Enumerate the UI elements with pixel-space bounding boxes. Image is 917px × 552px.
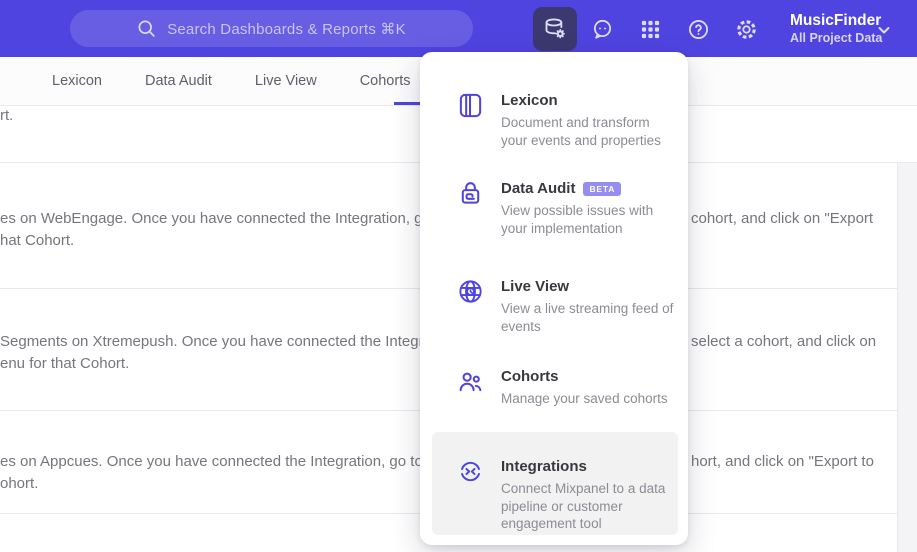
settings-button[interactable] <box>728 11 764 47</box>
page-side-gutter <box>897 163 917 552</box>
menu-item-description: Connect Mixpanel to a data pipeline or c… <box>501 481 666 531</box>
table-row-text: Segments on Xtremepush. Once you have co… <box>0 333 461 350</box>
apps-grid-icon <box>641 20 659 38</box>
search-icon <box>138 20 155 37</box>
table-row-text: es on WebEngage. Once you have connected… <box>0 210 473 227</box>
table-row-text: hort, and click on "Export to <box>691 453 874 470</box>
search-input[interactable]: Search Dashboards & Reports ⌘K <box>70 10 473 47</box>
menu-item-description: Manage your saved cohorts <box>501 391 668 406</box>
tab-live-view[interactable]: Live View <box>255 73 317 89</box>
tab-cohorts[interactable]: Cohorts <box>360 73 411 89</box>
menu-item-description: View possible issues with your implement… <box>501 203 654 236</box>
menu-item-title: Lexicon <box>501 92 558 109</box>
menu-item-integrations[interactable]: Integrations Connect Mixpanel to a data … <box>457 458 674 533</box>
app-window: rt. es on WebEngage. Once you have conne… <box>0 0 917 552</box>
tab-lexicon[interactable]: Lexicon <box>52 73 102 89</box>
table-row-text: enu for that Cohort. <box>0 355 130 372</box>
data-management-icon <box>545 18 565 39</box>
help-button[interactable] <box>680 11 716 47</box>
table-row-text: es on Appcues. Once you have connected t… <box>0 453 465 470</box>
menu-item-title: Live View <box>501 278 570 295</box>
menu-item-data-audit[interactable]: Data Audit BETA View possible issues wit… <box>457 180 674 237</box>
menu-item-lexicon[interactable]: Lexicon Document and transform your even… <box>457 92 674 149</box>
table-row-text: cohort, and click on "Export <box>691 210 874 227</box>
data-management-button[interactable] <box>533 7 577 51</box>
lexicon-book-icon <box>459 93 482 118</box>
settings-gear-icon <box>736 19 756 39</box>
menu-item-title: Data Audit <box>501 180 576 197</box>
live-view-globe-icon <box>459 280 482 303</box>
menu-item-title: Integrations <box>501 458 587 475</box>
integrations-sync-icon <box>461 461 480 482</box>
active-tab-indicator <box>394 101 420 105</box>
table-row-text: select a cohort, and click on <box>691 333 877 350</box>
project-name: MusicFinder <box>790 12 882 29</box>
search-placeholder: Search Dashboards & Reports ⌘K <box>167 20 406 38</box>
apps-grid-button[interactable] <box>632 11 668 47</box>
project-selector[interactable]: MusicFinder All Project Data <box>790 11 882 46</box>
beta-badge: BETA <box>583 182 622 196</box>
menu-item-title: Cohorts <box>501 368 559 385</box>
table-row-text: hat Cohort. <box>0 232 75 249</box>
menu-item-description: View a live streaming feed of events <box>501 301 674 334</box>
cohorts-people-icon <box>459 372 482 392</box>
help-icon <box>688 19 708 39</box>
table-row-text: ohort. <box>0 475 39 492</box>
feedback-button[interactable] <box>584 11 620 47</box>
menu-item-live-view[interactable]: Live View View a live streaming feed of … <box>457 278 674 335</box>
table-row-text: rt. <box>0 107 14 124</box>
menu-item-description: Document and transform your events and p… <box>501 115 661 148</box>
menu-item-cohorts[interactable]: Cohorts Manage your saved cohorts <box>457 368 674 408</box>
tab-data-audit[interactable]: Data Audit <box>145 73 212 89</box>
top-header-bar: Search Dashboards & Reports ⌘K MusicFind… <box>0 0 917 57</box>
nav-dropdown-menu: Lexicon Document and transform your even… <box>420 52 688 545</box>
data-audit-lock-icon <box>461 182 480 204</box>
feedback-bubble-icon <box>593 19 611 39</box>
chevron-down-icon[interactable] <box>876 22 892 38</box>
project-scope: All Project Data <box>790 31 883 45</box>
